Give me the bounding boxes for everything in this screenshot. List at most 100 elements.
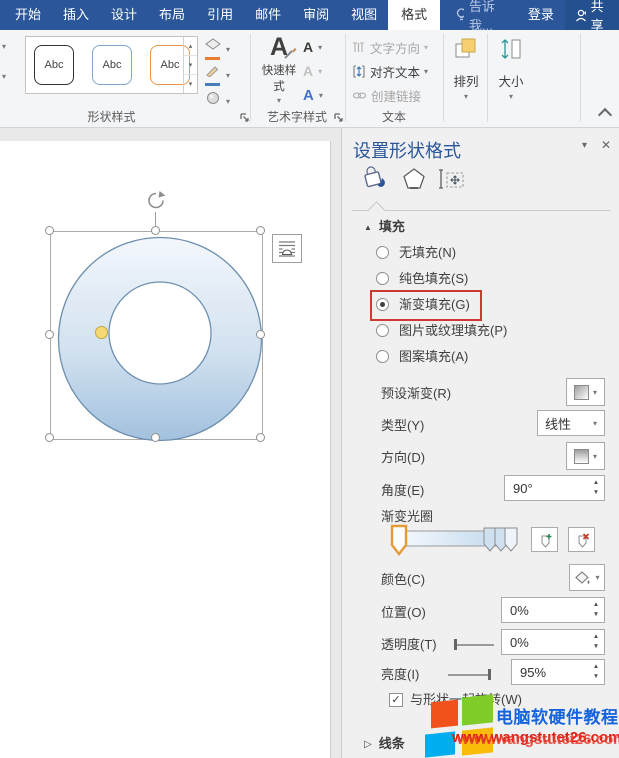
panel-close-icon[interactable]: ✕ [601,138,611,152]
rotate-handle-icon[interactable] [145,190,167,212]
tab-review[interactable]: 审阅 [292,0,340,30]
text-effects-button[interactable]: A ▾ [303,84,337,106]
tab-design[interactable]: 设计 [100,0,148,30]
dropdown-icon: ▾ [257,96,301,105]
gradient-swatch-icon [574,385,589,400]
gradient-stop-80[interactable] [484,528,496,551]
size-button[interactable]: 大小 ▾ [492,36,530,101]
layout-properties-tab-icon[interactable] [438,167,466,196]
wordart-dialog-launcher-icon[interactable] [334,110,344,128]
color-button[interactable]: ▾ [569,564,605,591]
resize-handle-nw[interactable] [45,226,54,235]
text-outline-button[interactable]: A ▾ [303,60,337,82]
gradient-stop-0-selected[interactable] [392,526,406,554]
lightbulb-icon [456,8,464,23]
gallery-up-icon[interactable]: ▴ [184,37,197,56]
remove-stop-icon [573,531,591,549]
shape-effects-button[interactable]: ▾ [205,90,247,112]
adjust-handle[interactable] [95,326,108,339]
sign-in-button[interactable]: 登录 [517,0,565,30]
tell-me-box[interactable]: 告诉我... [446,0,515,30]
shape-styles-dialog-launcher-icon[interactable] [240,110,250,128]
add-gradient-stop-button[interactable] [531,527,558,552]
preset-gradient-button[interactable]: ▾ [566,378,605,406]
shape-outline-button[interactable]: ▾ [205,64,247,86]
brightness-slider-track[interactable] [448,674,491,676]
collapse-ribbon-icon[interactable] [598,108,612,122]
brightness-input[interactable]: 95% ▲ ▼ [511,659,605,685]
gallery-more-icon[interactable]: ▾ [184,75,197,93]
direction-button[interactable]: ▾ [566,442,605,470]
brightness-slider-handle[interactable] [488,669,491,680]
tab-home[interactable]: 开始 [4,0,52,30]
type-combo[interactable]: 线性 ▾ [537,410,605,436]
resize-handle-s[interactable] [151,433,160,442]
effects-tab-icon[interactable] [402,167,426,196]
shape-style-thumb-2[interactable]: Abc [92,45,132,85]
panel-menu-chevron-icon[interactable]: ▾ [582,140,587,151]
fill-option-label: 无填充(N) [399,242,456,263]
share-button[interactable]: 共享 [565,0,619,30]
resize-handle-n[interactable] [151,226,160,235]
arrange-button[interactable]: 排列 ▾ [446,36,486,101]
spin-up-icon[interactable]: ▲ [590,662,602,672]
remove-gradient-stop-button[interactable] [568,527,595,552]
radio-icon[interactable] [376,324,389,337]
transparency-input[interactable]: 0% ▲ ▼ [501,629,605,655]
resize-handle-e[interactable] [256,330,265,339]
resize-handle-sw[interactable] [45,433,54,442]
spin-down-icon[interactable]: ▼ [590,672,602,682]
tab-layout[interactable]: 布局 [148,0,196,30]
quick-styles-label: 快速样式 [257,62,301,94]
text-fill-button[interactable]: A ▾ [303,36,337,58]
radio-icon[interactable] [376,350,389,363]
fill-section-label: 填充 [379,219,405,234]
watermark-site-name: 电脑软硬件教程网 [496,703,619,728]
resize-handle-w[interactable] [45,330,54,339]
fill-line-tab-icon[interactable] [361,164,389,197]
shape-style-thumb-1[interactable]: Abc [34,45,74,85]
spin-down-icon[interactable]: ▼ [590,488,602,498]
type-value: 线性 [545,414,571,433]
transparency-slider-handle[interactable] [454,639,457,650]
fill-option-label: 图案填充(A) [399,346,468,367]
transparency-slider-track[interactable] [455,644,494,646]
gradient-stops-bar[interactable] [388,524,524,556]
layout-options-button[interactable] [272,234,302,263]
angle-input[interactable]: 90° ▲ ▼ [504,475,605,501]
donut-shape[interactable] [57,235,263,443]
text-group-label: 文本 [350,108,438,125]
word-window: 开始 插入 设计 布局 引用 邮件 审阅 视图 格式 告诉我... 登录 共享 … [0,0,619,758]
gradient-stop-100[interactable] [505,528,517,551]
layout-options-icon [276,238,298,260]
shape-fill-button[interactable]: ▾ [205,38,247,60]
cropped-gallery-arrow-icon[interactable]: ▾ [2,42,6,51]
tab-mailings[interactable]: 邮件 [244,0,292,30]
spin-up-icon[interactable]: ▲ [590,632,602,642]
dropdown-icon: ▾ [593,388,597,397]
tab-insert[interactable]: 插入 [52,0,100,30]
tab-view[interactable]: 视图 [340,0,388,30]
resize-handle-ne[interactable] [256,226,265,235]
line-section-header[interactable]: ▷线条 [364,733,405,753]
spin-down-icon[interactable]: ▼ [590,642,602,652]
quick-styles-button[interactable]: A 快速样式 ▾ [257,34,301,105]
align-text-button[interactable]: 对齐文本 ▾ [352,61,428,81]
position-input[interactable]: 0% ▲ ▼ [501,597,605,623]
fill-section-header[interactable]: ▲填充 [364,216,405,236]
share-person-icon [575,8,586,23]
tab-references[interactable]: 引用 [196,0,244,30]
resize-handle-se[interactable] [256,433,265,442]
gallery-down-icon[interactable]: ▾ [184,56,197,75]
spin-down-icon[interactable]: ▼ [590,610,602,620]
cropped-gallery-arrow-icon[interactable]: ▾ [2,72,6,81]
rotate-with-shape-checkbox[interactable]: ✓ [389,693,403,707]
radio-icon[interactable] [376,272,389,285]
spin-up-icon[interactable]: ▲ [590,600,602,610]
tell-me-label: 告诉我... [469,0,505,34]
spin-up-icon[interactable]: ▲ [590,478,602,488]
gradient-swatch-icon [574,449,589,464]
radio-icon[interactable] [376,246,389,259]
tab-format[interactable]: 格式 [388,0,440,30]
fill-color-bar [205,57,220,60]
